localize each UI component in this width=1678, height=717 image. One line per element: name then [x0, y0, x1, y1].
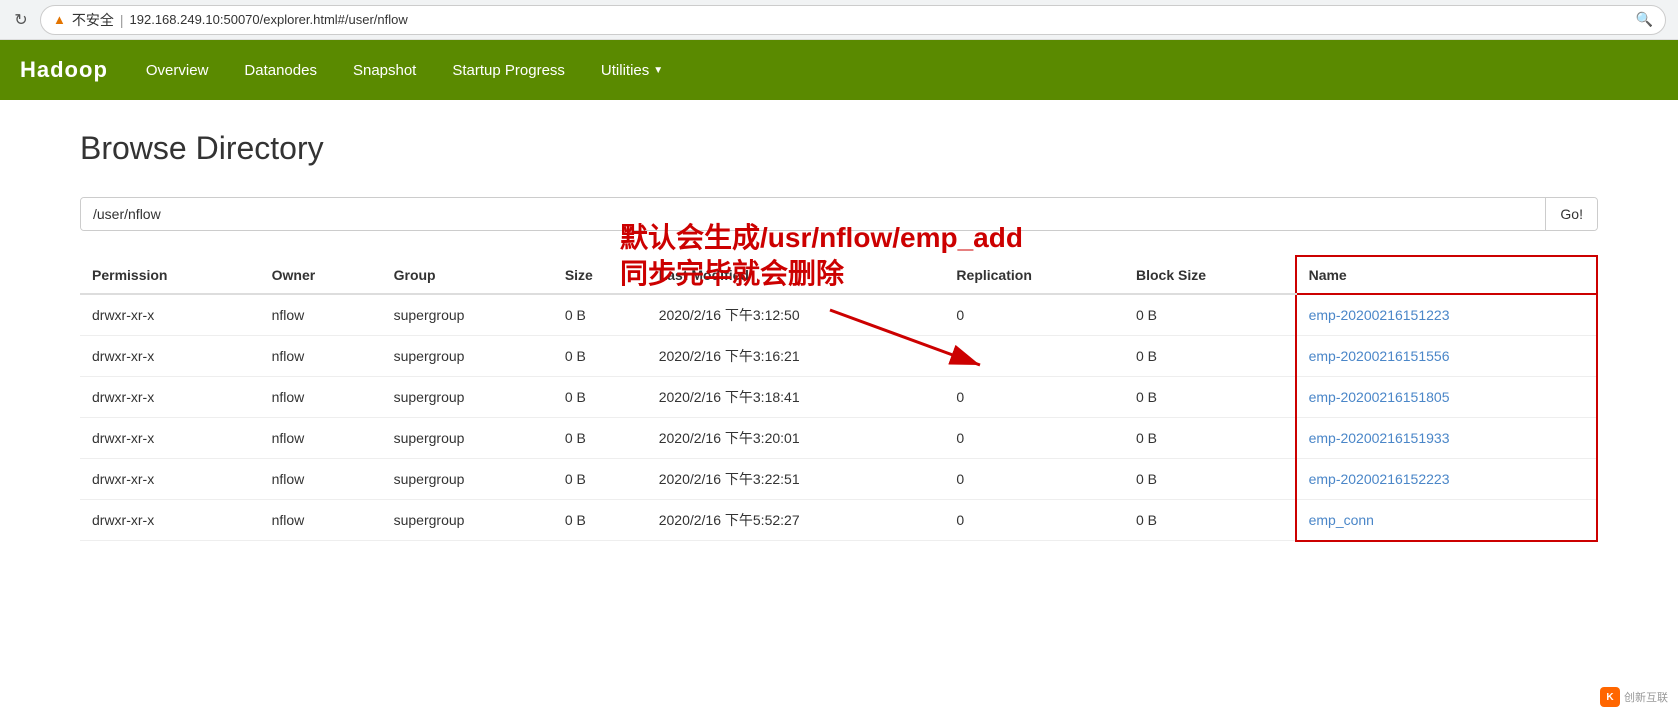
go-button[interactable]: Go!: [1545, 198, 1597, 230]
col-header-block-size: Block Size: [1124, 256, 1296, 294]
navbar-item-startup-progress[interactable]: Startup Progress: [434, 40, 583, 100]
cell-name: emp-20200216151556: [1296, 336, 1597, 377]
cell-group: supergroup: [382, 294, 553, 336]
cell-block-size: 0 B: [1124, 418, 1296, 459]
navbar-item-snapshot[interactable]: Snapshot: [335, 40, 434, 100]
cell-size: 0 B: [553, 500, 647, 541]
cell-size: 0 B: [553, 336, 647, 377]
file-link[interactable]: emp-20200216151223: [1309, 307, 1450, 323]
cell-last-modified: 2020/2/16 下午3:20:01: [647, 418, 945, 459]
cell-replication: 0: [944, 459, 1124, 500]
cell-replication: 0: [944, 500, 1124, 541]
cell-size: 0 B: [553, 418, 647, 459]
cell-name: emp-20200216152223: [1296, 459, 1597, 500]
browser-chrome: ↻ ▲ 不安全 | 192.168.249.10:50070/explorer.…: [0, 0, 1678, 40]
cell-permission: drwxr-xr-x: [80, 377, 260, 418]
navbar: Hadoop Overview Datanodes Snapshot Start…: [0, 40, 1678, 100]
cell-permission: drwxr-xr-x: [80, 418, 260, 459]
watermark-text: 创新互联: [1624, 689, 1668, 705]
url-text: 192.168.249.10:50070/explorer.html#/user…: [130, 12, 408, 27]
cell-block-size: 0 B: [1124, 336, 1296, 377]
cell-permission: drwxr-xr-x: [80, 336, 260, 377]
page-title: Browse Directory: [80, 130, 1598, 167]
navbar-item-utilities[interactable]: Utilities ▼: [583, 40, 681, 100]
url-bar: ▲ 不安全 | 192.168.249.10:50070/explorer.ht…: [40, 5, 1666, 35]
cell-owner: nflow: [260, 418, 382, 459]
annotation-arrow: [820, 300, 1000, 380]
cell-block-size: 0 B: [1124, 294, 1296, 336]
watermark-icon: K: [1600, 687, 1620, 707]
cell-name: emp_conn: [1296, 500, 1597, 541]
cell-group: supergroup: [382, 418, 553, 459]
utilities-label: Utilities: [601, 62, 649, 79]
table-row: drwxr-xr-xnflowsupergroup0 B2020/2/16 下午…: [80, 459, 1597, 500]
col-header-group: Group: [382, 256, 553, 294]
navbar-brand[interactable]: Hadoop: [20, 57, 108, 83]
cell-size: 0 B: [553, 294, 647, 336]
cell-last-modified: 2020/2/16 下午3:22:51: [647, 459, 945, 500]
annotation-line2: 同步完毕就会删除: [620, 256, 1023, 292]
annotation-overlay: 默认会生成/usr/nflow/emp_add 同步完毕就会删除: [620, 220, 1023, 293]
file-link[interactable]: emp_conn: [1309, 512, 1374, 528]
navbar-item-datanodes[interactable]: Datanodes: [226, 40, 335, 100]
main-content: Browse Directory 默认会生成/usr/nflow/emp_add…: [0, 100, 1678, 572]
cell-owner: nflow: [260, 377, 382, 418]
cell-permission: drwxr-xr-x: [80, 459, 260, 500]
file-link[interactable]: emp-20200216151933: [1309, 430, 1450, 446]
url-separator: |: [120, 12, 124, 28]
navbar-item-overview[interactable]: Overview: [128, 40, 227, 100]
cell-owner: nflow: [260, 500, 382, 541]
directory-table: Permission Owner Group Size Last Modifie…: [80, 255, 1598, 542]
cell-last-modified: 2020/2/16 下午5:52:27: [647, 500, 945, 541]
file-link[interactable]: emp-20200216151805: [1309, 389, 1450, 405]
cell-owner: nflow: [260, 294, 382, 336]
cell-owner: nflow: [260, 336, 382, 377]
cell-group: supergroup: [382, 336, 553, 377]
table-row: drwxr-xr-xnflowsupergroup0 B2020/2/16 下午…: [80, 418, 1597, 459]
table-row: drwxr-xr-xnflowsupergroup0 B2020/2/16 下午…: [80, 377, 1597, 418]
security-text: 不安全: [72, 10, 114, 30]
cell-name: emp-20200216151223: [1296, 294, 1597, 336]
reload-button[interactable]: ↻: [12, 11, 30, 29]
col-header-name: Name: [1296, 256, 1597, 294]
annotation-line1: 默认会生成/usr/nflow/emp_add: [620, 220, 1023, 256]
col-header-permission: Permission: [80, 256, 260, 294]
cell-name: emp-20200216151933: [1296, 418, 1597, 459]
cell-group: supergroup: [382, 500, 553, 541]
cell-last-modified: 2020/2/16 下午3:18:41: [647, 377, 945, 418]
cell-block-size: 0 B: [1124, 377, 1296, 418]
cell-owner: nflow: [260, 459, 382, 500]
cell-permission: drwxr-xr-x: [80, 294, 260, 336]
cell-size: 0 B: [553, 377, 647, 418]
file-link[interactable]: emp-20200216151556: [1309, 348, 1450, 364]
table-row: drwxr-xr-xnflowsupergroup0 B2020/2/16 下午…: [80, 500, 1597, 541]
cell-block-size: 0 B: [1124, 500, 1296, 541]
cell-group: supergroup: [382, 377, 553, 418]
col-header-owner: Owner: [260, 256, 382, 294]
utilities-dropdown-arrow: ▼: [653, 65, 663, 76]
watermark: K 创新互联: [1600, 687, 1668, 707]
cell-group: supergroup: [382, 459, 553, 500]
cell-size: 0 B: [553, 459, 647, 500]
cell-block-size: 0 B: [1124, 459, 1296, 500]
cell-replication: 0: [944, 377, 1124, 418]
cell-name: emp-20200216151805: [1296, 377, 1597, 418]
browser-search-icon[interactable]: 🔍: [1636, 11, 1653, 28]
cell-replication: 0: [944, 418, 1124, 459]
cell-permission: drwxr-xr-x: [80, 500, 260, 541]
security-warning-icon: ▲: [53, 12, 66, 27]
file-link[interactable]: emp-20200216152223: [1309, 471, 1450, 487]
